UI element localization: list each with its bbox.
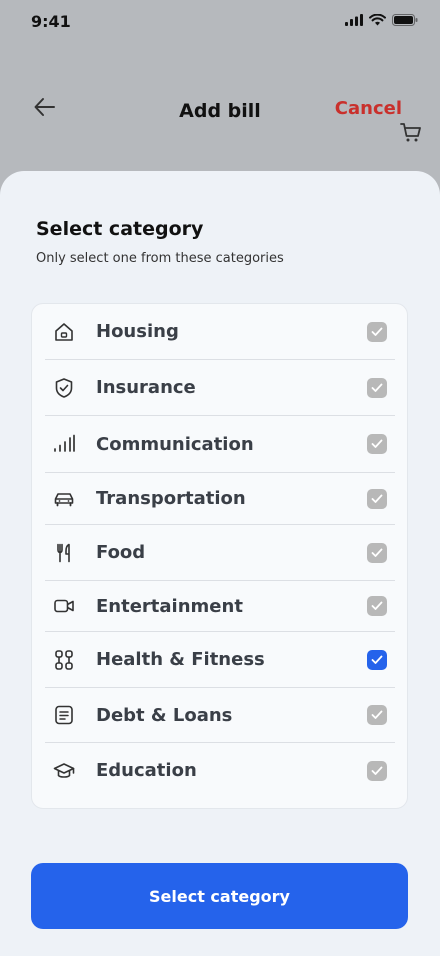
signal-icon xyxy=(53,433,75,455)
shield-icon xyxy=(53,377,75,399)
category-label: Housing xyxy=(96,321,179,342)
category-label: Health & Fitness xyxy=(96,649,265,670)
category-list: Housing Insurance Communication Transpor… xyxy=(31,303,408,809)
header: Add bill Cancel xyxy=(0,84,440,142)
sheet-subtitle: Only select one from these categories xyxy=(36,251,284,266)
house-icon xyxy=(53,321,75,343)
category-label: Insurance xyxy=(96,377,196,398)
battery-icon xyxy=(392,14,418,26)
category-row-insurance[interactable]: Insurance xyxy=(45,360,395,416)
bottom-sheet: Select category Only select one from the… xyxy=(0,171,440,956)
category-label: Transportation xyxy=(96,488,246,509)
category-row-food[interactable]: Food xyxy=(45,525,395,581)
category-label: Education xyxy=(96,760,197,781)
car-icon xyxy=(53,488,75,510)
status-time: 9:41 xyxy=(31,12,71,31)
graduation-cap-icon xyxy=(53,760,75,782)
category-label: Food xyxy=(96,542,146,563)
video-icon xyxy=(53,595,75,617)
checkbox-selected[interactable] xyxy=(367,649,387,670)
checkbox[interactable] xyxy=(367,596,387,616)
wifi-icon xyxy=(369,14,386,26)
category-row-health-fitness[interactable]: Health & Fitness xyxy=(45,632,395,688)
checkbox[interactable] xyxy=(367,434,387,454)
category-label: Entertainment xyxy=(96,595,243,617)
category-row-transportation[interactable]: Transportation xyxy=(45,473,395,525)
fork-knife-icon xyxy=(53,542,75,564)
checkbox[interactable] xyxy=(367,542,387,563)
checkbox[interactable] xyxy=(367,760,387,781)
category-row-entertainment[interactable]: Entertainment xyxy=(45,581,395,632)
status-bar: 9:41 xyxy=(0,0,440,44)
category-row-communication[interactable]: Communication xyxy=(45,416,395,473)
category-label: Communication xyxy=(96,433,254,455)
checkbox[interactable] xyxy=(367,377,387,398)
category-row-housing[interactable]: Housing xyxy=(45,304,395,360)
checkbox[interactable] xyxy=(367,705,387,725)
cancel-button[interactable]: Cancel xyxy=(335,98,402,119)
category-row-debt-loans[interactable]: Debt & Loans xyxy=(45,688,395,743)
dumbbell-icon xyxy=(53,649,75,671)
document-icon xyxy=(53,704,75,726)
status-icons xyxy=(345,14,418,26)
category-label: Debt & Loans xyxy=(96,704,233,726)
category-row-education[interactable]: Education xyxy=(45,743,395,798)
signal-strength-icon xyxy=(345,14,363,26)
select-category-button[interactable]: Select category xyxy=(31,863,408,929)
checkbox[interactable] xyxy=(367,321,387,342)
cart-icon[interactable] xyxy=(399,120,423,144)
sheet-title: Select category xyxy=(36,218,204,240)
checkbox[interactable] xyxy=(367,488,387,509)
